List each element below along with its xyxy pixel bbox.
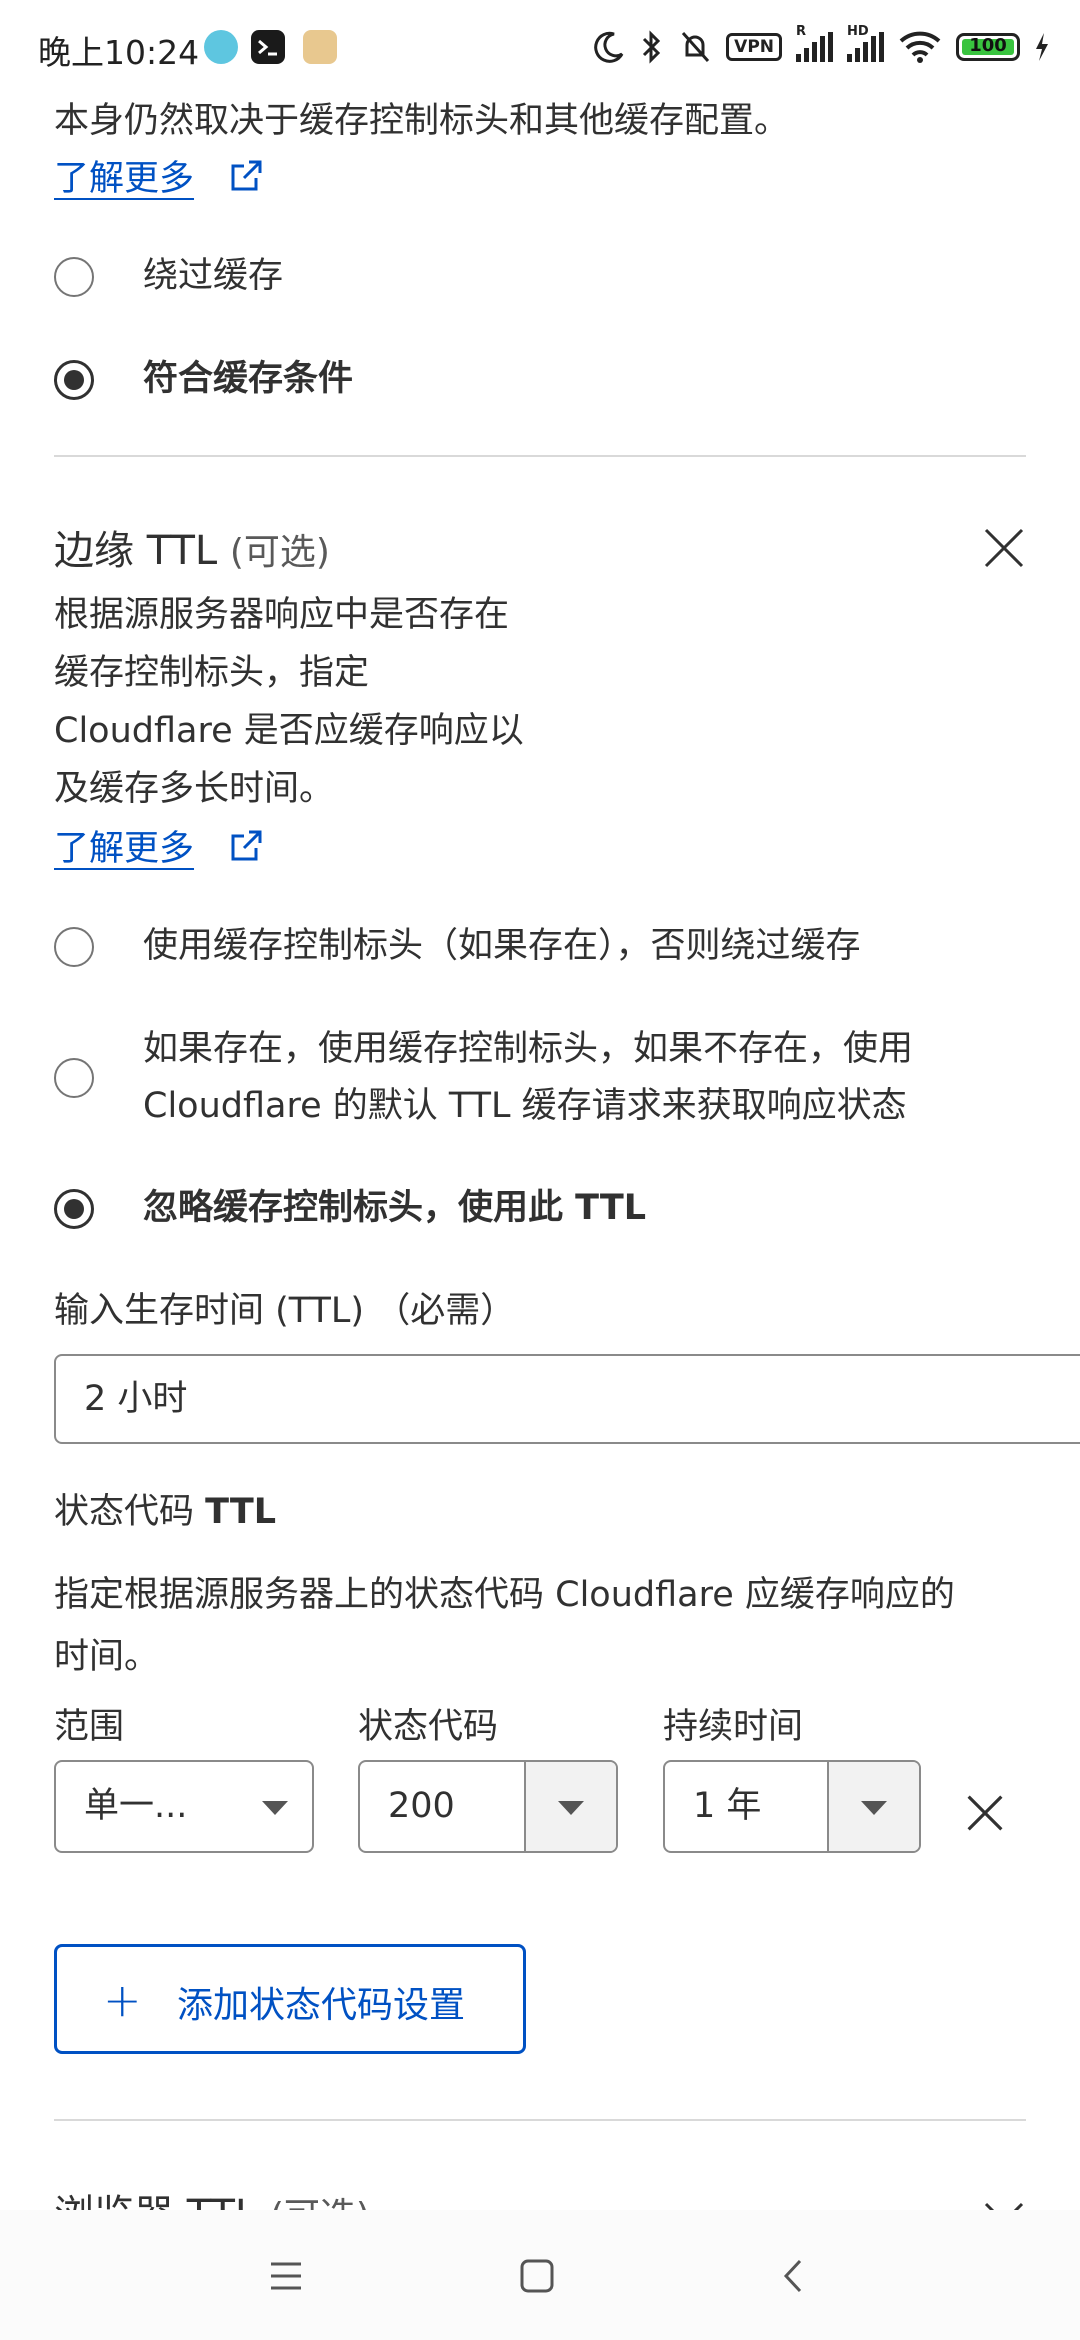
radio-use-cache-control-else-default[interactable] xyxy=(54,1058,94,1098)
status-bar: 晚上10:24 VPN R HD 100 xyxy=(0,0,1080,96)
status-code-select[interactable]: 200 xyxy=(358,1760,618,1853)
add-status-code-button[interactable]: + 添加状态代码设置 xyxy=(54,1944,526,2054)
package-app-icon xyxy=(303,30,337,64)
external-link-icon[interactable] xyxy=(228,828,264,864)
charging-icon xyxy=(1036,33,1048,61)
edge-ttl-desc-3: Cloudflare 是否应缓存响应以 xyxy=(54,711,524,751)
battery-icon: 100 xyxy=(956,33,1020,61)
home-square-icon[interactable] xyxy=(519,2258,555,2294)
vpn-badge: VPN xyxy=(726,33,782,61)
radio-eligible-for-cache[interactable] xyxy=(54,360,94,400)
network-type-label: HD xyxy=(847,24,869,39)
section-divider xyxy=(54,2119,1026,2121)
status-code-ttl-title: 状态代码 TTL xyxy=(54,1492,276,1532)
chevron-down-icon xyxy=(262,1801,288,1815)
section-divider xyxy=(54,455,1026,457)
edge-ttl-title: 边缘 TTL (可选) xyxy=(54,528,330,574)
close-icon[interactable] xyxy=(982,526,1026,570)
edge-ttl-desc-1: 根据源服务器响应中是否存在 xyxy=(54,595,510,635)
radio-ignore-cache-control[interactable] xyxy=(54,1189,94,1229)
cloud-app-icon xyxy=(204,30,238,64)
range-select[interactable]: 单一... xyxy=(54,1760,314,1853)
external-link-icon[interactable] xyxy=(228,158,264,194)
radio-use-cache-control-else-bypass[interactable] xyxy=(54,927,94,967)
status-code-ttl-desc-1: 指定根据源服务器上的状态代码 Cloudflare 应缓存响应的 xyxy=(54,1575,955,1615)
signal-1-icon: R xyxy=(796,24,833,62)
radio-use-cache-control-else-default-line1: 如果存在，使用缓存控制标头，如果不存在，使用 xyxy=(143,1029,914,1069)
status-code-ttl-desc-2: 时间。 xyxy=(54,1637,160,1677)
radio-ignore-cache-control-label: 忽略缓存控制标头，使用此 TTL xyxy=(143,1188,647,1228)
radio-bypass-cache[interactable] xyxy=(54,257,94,297)
chevron-down-icon xyxy=(558,1801,584,1815)
intro-text: 本身仍然取决于缓存控制标头和其他缓存配置。 xyxy=(54,101,790,141)
menu-icon[interactable] xyxy=(268,2258,304,2294)
edge-ttl-optional: (可选) xyxy=(229,532,330,573)
ttl-input-label: 输入生存时间 (TTL) （必需） xyxy=(54,1291,516,1331)
system-nav-bar xyxy=(0,2210,1080,2340)
learn-more-link[interactable]: 了解更多 xyxy=(54,150,194,201)
edge-ttl-desc-2: 缓存控制标头，指定 xyxy=(54,653,370,693)
ttl-input[interactable]: 2 小时 xyxy=(54,1354,1080,1444)
status-time: 晚上10:24 xyxy=(38,33,200,72)
duration-label: 持续时间 xyxy=(663,1707,804,1747)
bluetooth-icon xyxy=(643,30,661,64)
status-code-label: 状态代码 xyxy=(358,1707,499,1747)
terminal-app-icon xyxy=(251,30,285,64)
status-icons: VPN R HD 100 xyxy=(592,22,1050,72)
remove-row-icon[interactable] xyxy=(965,1793,1005,1833)
signal-2-icon: HD xyxy=(847,24,884,62)
plus-icon: + xyxy=(103,1973,142,2027)
radio-bypass-cache-label: 绕过缓存 xyxy=(143,256,284,296)
moon-icon xyxy=(594,31,624,63)
add-status-code-label: 添加状态代码设置 xyxy=(177,1985,466,2026)
radio-use-cache-control-else-default-line2: Cloudflare 的默认 TTL 缓存请求来获取响应状态 xyxy=(143,1086,907,1126)
edge-ttl-desc-4: 及缓存多长时间。 xyxy=(54,769,335,809)
mute-bell-icon xyxy=(682,32,710,62)
range-label: 范围 xyxy=(54,1707,125,1747)
edge-ttl-learn-more-link[interactable]: 了解更多 xyxy=(54,820,194,871)
chevron-down-icon xyxy=(861,1801,887,1815)
duration-select[interactable]: 1 年 xyxy=(663,1760,921,1853)
radio-use-cache-control-else-bypass-label: 使用缓存控制标头（如果存在），否则绕过缓存 xyxy=(143,926,861,966)
back-chevron-icon[interactable] xyxy=(776,2258,812,2294)
radio-eligible-for-cache-label: 符合缓存条件 xyxy=(143,359,354,399)
wifi-icon xyxy=(899,31,941,63)
network-type-label: R xyxy=(796,24,807,39)
